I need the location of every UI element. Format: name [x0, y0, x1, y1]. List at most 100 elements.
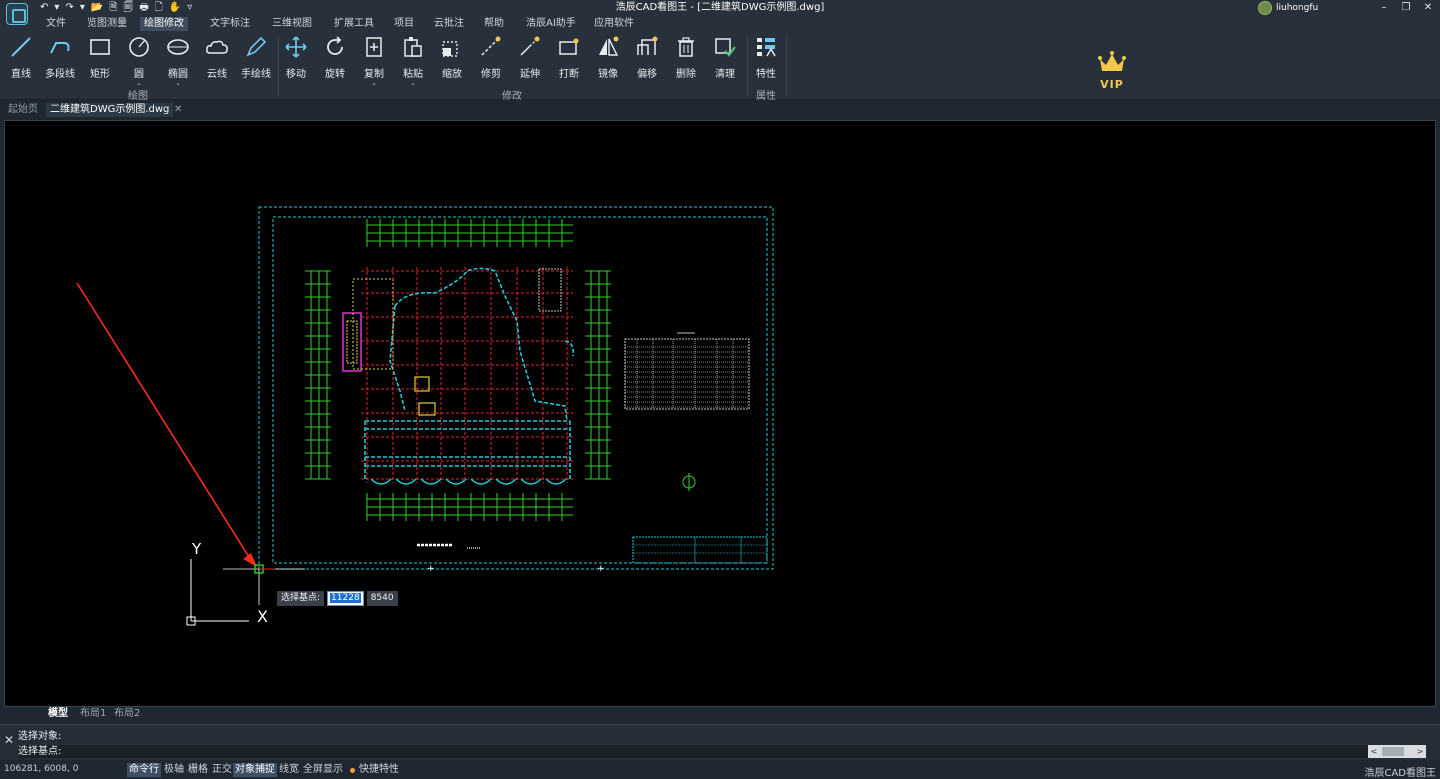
paste-icon [404, 37, 422, 57]
toggle-ortho[interactable]: 正交 [210, 763, 234, 777]
offset-tool-button[interactable]: 偏移 [628, 35, 666, 87]
tab-close-icon[interactable]: ✕ [174, 103, 182, 117]
pointer-arrow [76, 282, 250, 558]
properties-tool-button[interactable]: 特性 [747, 35, 785, 87]
quick-properties-dot-icon [350, 768, 355, 773]
scroll-thumb[interactable] [1382, 747, 1404, 756]
copy-dropdown-icon[interactable]: ⌄ [355, 80, 393, 87]
draw-group-label: 绘图 [128, 91, 148, 102]
dimension-lines [305, 219, 611, 521]
coord-y-input[interactable]: 8540 [366, 591, 398, 606]
line-tool-button[interactable]: 直线 [2, 35, 40, 87]
vip-badge[interactable]: VIP [1092, 49, 1132, 93]
menu-cloud-annotation[interactable]: 云批注 [430, 17, 468, 31]
tab-start-page[interactable]: 起始页 [4, 103, 42, 117]
circle-dropdown-icon[interactable]: ⌄ [120, 80, 158, 87]
purge-tool-label: 清理 [715, 69, 735, 80]
menu-help[interactable]: 帮助 [480, 17, 508, 31]
close-icon[interactable]: ✕ [1422, 1, 1434, 15]
door-window-table [624, 338, 750, 410]
layout-tabs: 模型 布局1 布局2 [0, 707, 1440, 721]
purge-tool-button[interactable]: 清理 [706, 35, 744, 87]
trim-tool-button[interactable]: 修剪 [472, 35, 510, 87]
coord-x-input[interactable]: 11228 [327, 591, 364, 606]
avatar [1258, 1, 1272, 15]
menu-text-annotation[interactable]: 文字标注 [206, 17, 254, 31]
menu-file[interactable]: 文件 [42, 17, 70, 31]
polyline-tool-label: 多段线 [45, 69, 75, 80]
copy-tool-button[interactable]: 复制 ⌄ [355, 35, 393, 87]
circle-tool-button[interactable]: 圆 ⌄ [120, 35, 158, 87]
toggle-quick-properties[interactable]: 快捷特性 [357, 763, 401, 777]
menu-view-measure[interactable]: 览图测量 [83, 17, 131, 31]
revcloud-tool-label: 云线 [207, 69, 227, 80]
break-tool-button[interactable]: 打断 [550, 35, 588, 87]
properties-icon [757, 38, 776, 57]
toggle-polar[interactable]: 极轴 [162, 763, 186, 777]
ribbon: 直线 多段线 矩形 圆 ⌄ 椭圆 ⌄ 云线 手绘线 绘图 移动 旋转 复制 ⌄ [0, 32, 1440, 102]
offset-icon [637, 36, 658, 55]
circle-tool-label: 圆 [134, 69, 144, 80]
menu-extension-tools[interactable]: 扩展工具 [330, 17, 378, 31]
command-input[interactable]: 选择基点: [18, 745, 1368, 758]
rotate-tool-button[interactable]: 旋转 [316, 35, 354, 87]
toggle-command-line[interactable]: 命令行 [127, 763, 161, 777]
scale-tool-label: 缩放 [442, 69, 462, 80]
menu-apps[interactable]: 应用软件 [590, 17, 638, 31]
ellipse-tool-button[interactable]: 椭圆 ⌄ [159, 35, 197, 87]
revcloud-tool-button[interactable]: 云线 [198, 35, 236, 87]
building-walls [364, 267, 575, 481]
sketch-tool-button[interactable]: 手绘线 [237, 35, 275, 87]
polyline-tool-button[interactable]: 多段线 [41, 35, 79, 87]
ucs-y-label: Y [191, 540, 202, 558]
scale-tool-button[interactable]: 缩放 [433, 35, 471, 87]
move-tool-button[interactable]: 移动 [277, 35, 315, 87]
window-title: 浩辰CAD看图王 - [二维建筑DWG示例图.dwg] [615, 2, 825, 13]
rectangle-tool-label: 矩形 [90, 69, 110, 80]
line-icon [11, 37, 31, 57]
toggle-fullscreen[interactable]: 全屏显示 [301, 763, 345, 777]
title-bar: ↶ ▾ ↷ ▾ 📂 🗎 🗐 🖶 🗋 ✋ ▿ 浩辰CAD看图王 - [二维建筑DW… [0, 0, 1440, 16]
copy-tool-label: 复制 [364, 69, 384, 80]
rectangle-tool-button[interactable]: 矩形 [81, 35, 119, 87]
user-account[interactable]: liuhongfu [1258, 1, 1318, 15]
paste-dropdown-icon[interactable]: ⌄ [394, 80, 432, 87]
scroll-left-icon[interactable]: < [1368, 745, 1380, 758]
tab-drawing-file[interactable]: 二维建筑DWG示例图.dwg [46, 103, 174, 117]
trash-icon [678, 37, 694, 57]
command-scrollbar[interactable]: < > [1368, 745, 1426, 758]
toggle-object-snap[interactable]: 对象捕捉 [233, 763, 277, 777]
offset-tool-label: 偏移 [637, 69, 657, 80]
menu-draw-modify[interactable]: 绘图修改 [140, 17, 188, 31]
vip-label: VIP [1100, 78, 1124, 91]
modify-group-label: 修改 [502, 91, 522, 102]
menu-bar: 文件 览图测量 绘图修改 文字标注 三维视图 扩展工具 项目 云批注 帮助 浩辰… [0, 16, 1440, 32]
command-close-icon[interactable]: ✕ [4, 733, 14, 747]
ellipse-tool-label: 椭圆 [168, 69, 188, 80]
polyline-icon [50, 42, 70, 54]
restore-icon[interactable]: ❐ [1400, 1, 1412, 15]
user-name: liuhongfu [1276, 3, 1319, 13]
minimize-icon[interactable]: – [1378, 1, 1390, 15]
tab-layout1[interactable]: 布局1 [76, 707, 110, 720]
scroll-right-icon[interactable]: > [1414, 745, 1426, 758]
base-point-input: 选择基点: 11228 8540 [277, 591, 398, 606]
delete-tool-button[interactable]: 删除 [667, 35, 705, 87]
extend-tool-button[interactable]: 延伸 [511, 35, 549, 87]
move-icon [285, 36, 307, 58]
drawing-canvas[interactable]: + + Y X 选择基点: 11228 8540 [4, 120, 1436, 707]
tab-model[interactable]: 模型 [44, 707, 72, 720]
toggle-grid[interactable]: 栅格 [186, 763, 210, 777]
menu-ai-assistant[interactable]: 浩辰AI助手 [522, 17, 580, 31]
mirror-tool-label: 镜像 [598, 69, 618, 80]
cloud-icon [206, 40, 228, 54]
app-logo-icon[interactable] [6, 3, 28, 25]
svg-text:+: + [597, 564, 605, 574]
menu-project[interactable]: 项目 [390, 17, 418, 31]
tab-layout2[interactable]: 布局2 [110, 707, 144, 720]
menu-3d-view[interactable]: 三维视图 [268, 17, 316, 31]
mirror-tool-button[interactable]: 镜像 [589, 35, 627, 87]
paste-tool-button[interactable]: 粘贴 ⌄ [394, 35, 432, 87]
ellipse-dropdown-icon[interactable]: ⌄ [159, 80, 197, 87]
toggle-lineweight[interactable]: 线宽 [277, 763, 301, 777]
